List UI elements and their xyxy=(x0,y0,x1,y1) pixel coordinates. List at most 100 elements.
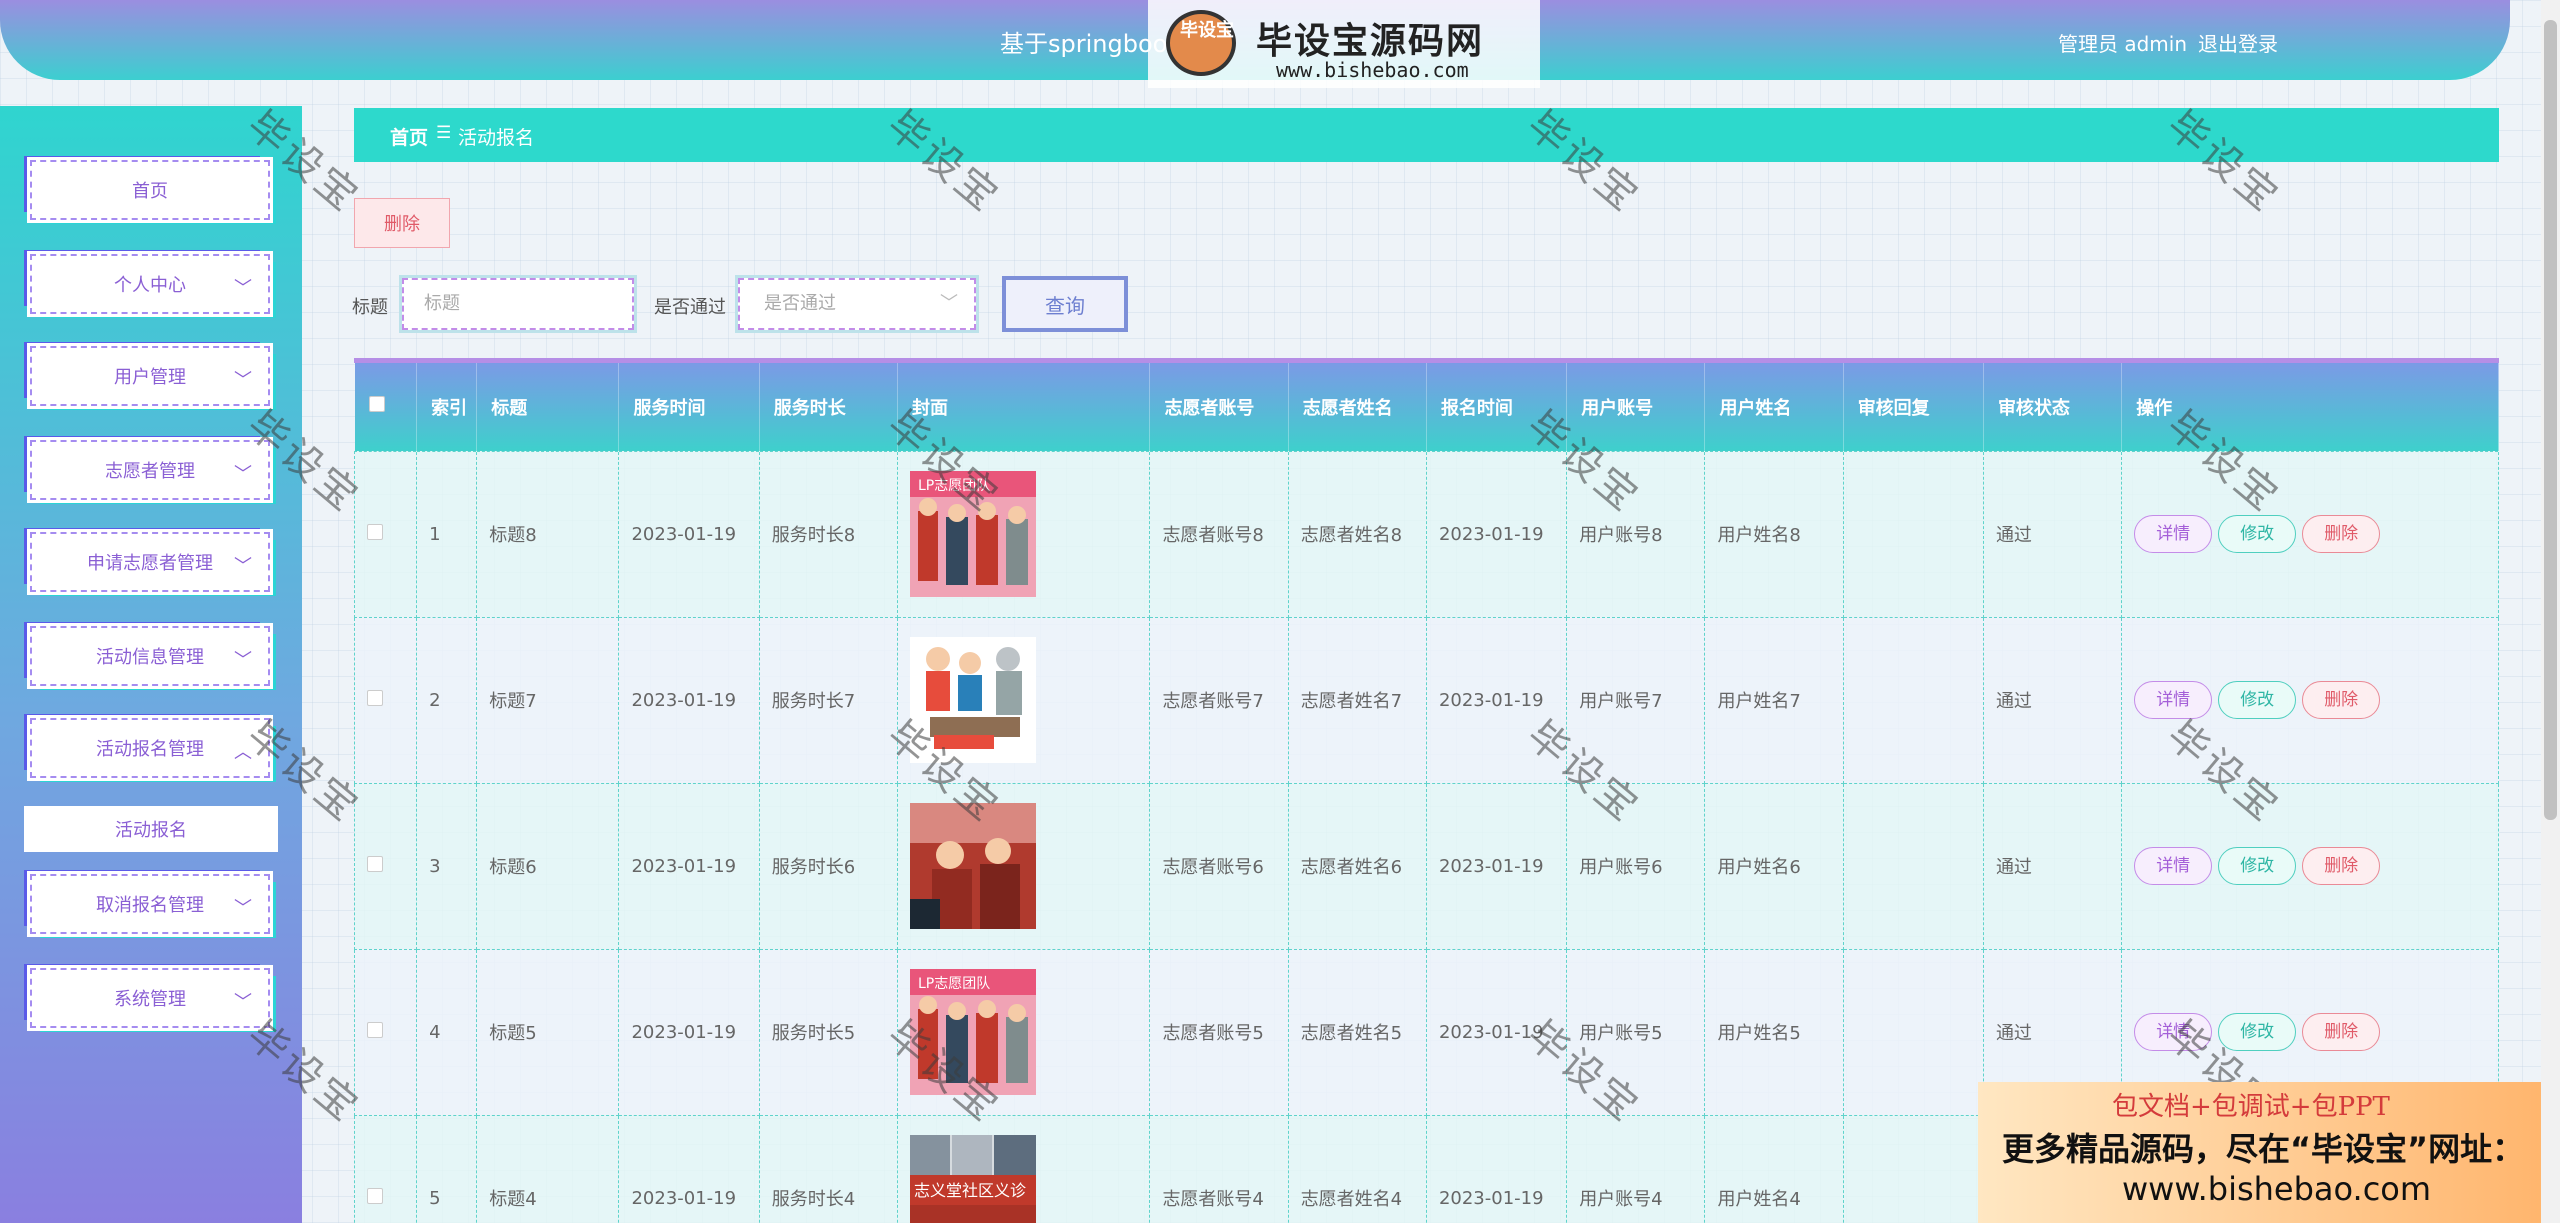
cell-title: 标题8 xyxy=(476,450,620,618)
scrollbar-thumb[interactable] xyxy=(2544,20,2557,820)
watermark-logo: 毕设宝 毕设宝源码网 www.bishebao.com xyxy=(1148,0,1540,88)
cell-volunteer-account: 志愿者账号8 xyxy=(1149,450,1289,618)
breadcrumb-current: 活动报名 xyxy=(458,127,535,149)
cell-cover: LP志愿团队 xyxy=(896,450,1151,618)
cell-title: 标题4 xyxy=(476,1114,620,1223)
col-header: 操作 xyxy=(2121,363,2499,451)
sidebar-item-label: 用户管理 xyxy=(114,367,186,388)
edit-button[interactable]: 修改 xyxy=(2218,1013,2297,1051)
delete-button[interactable]: 删除 xyxy=(2302,515,2381,553)
col-header: 用户账号 xyxy=(1566,363,1706,451)
promo-line-3: www.bishebao.com xyxy=(2122,1170,2432,1208)
row-checkbox[interactable] xyxy=(354,948,418,1116)
detail-button[interactable]: 详情 xyxy=(2134,1013,2213,1051)
svg-text:LP志愿团队: LP志愿团队 xyxy=(918,478,990,494)
cell-title: 标题5 xyxy=(476,948,620,1116)
cell-service-time: 2023-01-19 xyxy=(618,948,760,1116)
edit-button[interactable]: 修改 xyxy=(2218,515,2297,553)
cell-cover: LP志愿团队 xyxy=(896,948,1151,1116)
menu-icon: ☰ xyxy=(436,123,452,143)
edit-button[interactable]: 修改 xyxy=(2218,681,2297,719)
cell-status: 通过 xyxy=(1982,616,2123,784)
app-title: 基于springboo xyxy=(1000,30,1168,58)
title-filter-label: 标题 xyxy=(352,297,388,318)
cell-user-name: 用户姓名8 xyxy=(1704,450,1844,618)
svg-text:LP志愿团队: LP志愿团队 xyxy=(918,976,990,992)
detail-button[interactable]: 详情 xyxy=(2134,515,2213,553)
query-button[interactable]: 查询 xyxy=(1002,276,1128,332)
title-search-input[interactable]: 标题 xyxy=(399,275,637,333)
col-header: 用户姓名 xyxy=(1704,363,1844,451)
row-checkbox[interactable] xyxy=(354,782,418,950)
cell-title: 标题7 xyxy=(476,616,620,784)
cell-signup-time: 2023-01-19 xyxy=(1425,450,1568,618)
sidebar-subitem-activity-signup[interactable]: 活动报名 xyxy=(24,806,278,852)
row-checkbox[interactable] xyxy=(354,616,418,784)
col-header: 服务时长 xyxy=(759,363,898,451)
cell-user-name: 用户姓名6 xyxy=(1704,782,1844,950)
delete-button[interactable]: 删除 xyxy=(2302,681,2381,719)
sidebar-item-profile[interactable]: 个人中心 ﹀ xyxy=(27,251,273,317)
row-checkbox[interactable] xyxy=(354,450,418,618)
page-scrollbar[interactable] xyxy=(2541,0,2560,1223)
col-header: 标题 xyxy=(476,363,620,451)
cell-user-account: 用户账号6 xyxy=(1566,782,1706,950)
detail-button[interactable]: 详情 xyxy=(2134,681,2213,719)
cell-index: 3 xyxy=(416,782,478,950)
chevron-down-icon: ﹀ xyxy=(234,650,252,671)
sidebar-item-label: 申请志愿者管理 xyxy=(87,553,213,574)
sidebar-item-label: 活动信息管理 xyxy=(96,647,204,668)
promo-line-1: 包文档+包调试+包PPT xyxy=(2112,1092,2390,1122)
col-header: 审核回复 xyxy=(1843,363,1984,451)
logo-name: 毕设宝源码网 xyxy=(1256,21,1485,62)
sidebar-item-system[interactable]: 系统管理 ﹀ xyxy=(27,965,273,1031)
cell-reply xyxy=(1842,616,1984,784)
logo-url: www.bishebao.com xyxy=(1276,58,1469,82)
pass-filter-select[interactable]: 是否通过 ﹀ xyxy=(735,275,979,333)
col-header: 报名时间 xyxy=(1426,363,1568,451)
detail-button[interactable]: 详情 xyxy=(2134,847,2213,885)
batch-delete-button[interactable]: 删除 xyxy=(354,198,450,248)
sidebar-item-cancel-signup[interactable]: 取消报名管理 ﹀ xyxy=(27,871,273,937)
sidebar-item-home[interactable]: 首页 xyxy=(27,157,273,223)
cell-volunteer-account: 志愿者账号6 xyxy=(1149,782,1289,950)
sidebar-item-users[interactable]: 用户管理 ﹀ xyxy=(27,343,273,409)
delete-button[interactable]: 删除 xyxy=(2302,1013,2381,1051)
sidebar-item-activity-signup[interactable]: 活动报名管理 ︿ xyxy=(27,715,273,781)
cell-volunteer-name: 志愿者姓名5 xyxy=(1287,948,1427,1116)
select-all-checkbox[interactable] xyxy=(354,363,418,451)
sidebar-item-label: 活动报名管理 xyxy=(96,739,204,760)
svg-text:志义堂社区义诊: 志义堂社区义诊 xyxy=(914,1181,1026,1200)
cell-duration: 服务时长8 xyxy=(758,450,898,618)
sidebar-item-volunteer-applications[interactable]: 申请志愿者管理 ﹀ xyxy=(27,529,273,595)
col-header: 志愿者账号 xyxy=(1149,363,1289,451)
row-checkbox[interactable] xyxy=(354,1114,418,1223)
delete-button[interactable]: 删除 xyxy=(2302,847,2381,885)
table-header-row: 索引 标题 服务时间 服务时长 封面 志愿者账号 志愿者姓名 报名时间 用户账号… xyxy=(354,363,2499,451)
cell-index: 2 xyxy=(416,616,478,784)
cell-volunteer-name: 志愿者姓名6 xyxy=(1287,782,1427,950)
cell-user-account: 用户账号5 xyxy=(1566,948,1706,1116)
logout-link[interactable]: 退出登录 xyxy=(2198,28,2278,57)
breadcrumb-home[interactable]: 首页 xyxy=(390,123,428,150)
edit-button[interactable]: 修改 xyxy=(2218,847,2297,885)
cell-service-time: 2023-01-19 xyxy=(618,616,760,784)
cell-volunteer-account: 志愿者账号4 xyxy=(1149,1114,1289,1223)
pass-filter-label: 是否通过 xyxy=(654,297,726,318)
cell-reply xyxy=(1842,948,1984,1116)
table-row: 3 标题6 2023-01-19 服务时长6 志愿者账号6 志愿者姓名6 2023-01-1… xyxy=(354,782,2499,950)
promo-banner: 包文档+包调试+包PPT 更多精品源码，尽在“毕设宝”网址： www.bishe… xyxy=(1978,1082,2560,1223)
cell-volunteer-name: 志愿者姓名7 xyxy=(1287,616,1427,784)
cell-cover xyxy=(896,782,1151,950)
sidebar-item-label: 系统管理 xyxy=(114,989,186,1010)
logo-icon-text: 毕设宝 xyxy=(1180,20,1234,41)
sidebar-item-volunteers[interactable]: 志愿者管理 ﹀ xyxy=(27,437,273,503)
cell-user-name: 用户姓名4 xyxy=(1704,1114,1844,1223)
cell-signup-time: 2023-01-19 xyxy=(1425,782,1568,950)
cell-actions: 详情修改删除 xyxy=(2121,450,2499,618)
sidebar-item-activity-info[interactable]: 活动信息管理 ﹀ xyxy=(27,623,273,689)
col-header: 索引 xyxy=(416,363,478,451)
chevron-down-icon: ﹀ xyxy=(234,370,252,391)
cell-actions: 详情修改删除 xyxy=(2121,782,2499,950)
chevron-down-icon: ﹀ xyxy=(234,898,252,919)
